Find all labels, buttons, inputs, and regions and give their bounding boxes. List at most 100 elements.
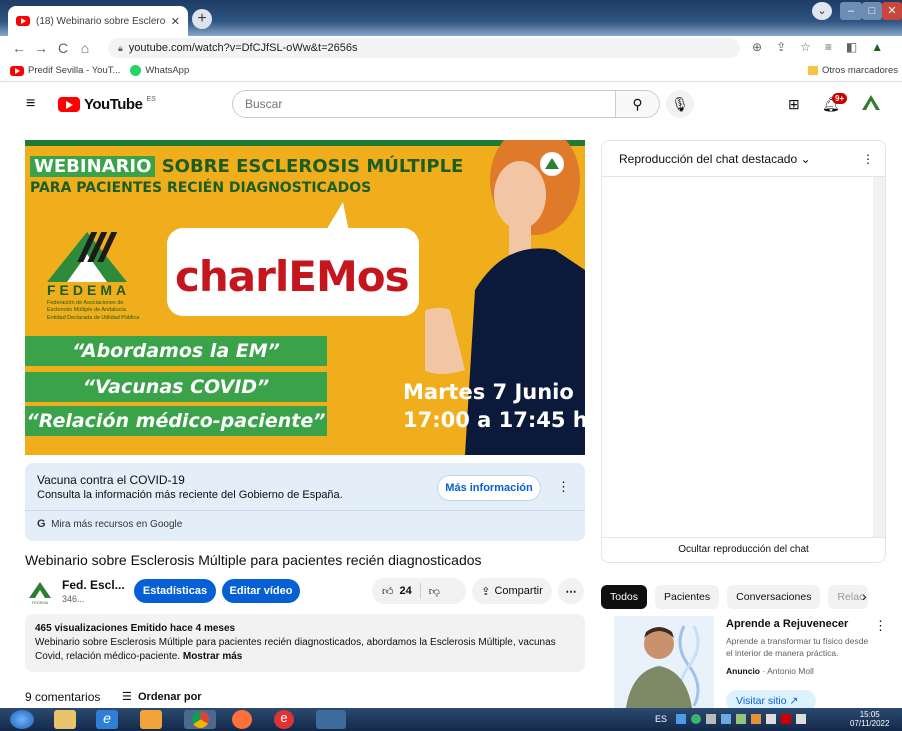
chat-menu-icon[interactable]: ⋮ bbox=[862, 152, 874, 166]
sort-label: Ordenar por bbox=[138, 691, 202, 703]
reading-list-icon[interactable]: ≡ bbox=[825, 40, 832, 54]
bookmark-star-icon[interactable]: ☆ bbox=[800, 40, 811, 54]
browser-tab[interactable]: (18) Webinario sobre Esclerosis M ✕ bbox=[8, 6, 188, 36]
share-button[interactable]: ⇪ Compartir bbox=[472, 578, 552, 604]
volume-icon[interactable] bbox=[766, 714, 776, 724]
edit-video-button[interactable]: Editar vídeo bbox=[222, 579, 300, 603]
folder-icon bbox=[807, 66, 818, 75]
voice-search-button[interactable]: 🎙︎ bbox=[666, 90, 694, 118]
tray-icon[interactable] bbox=[736, 714, 746, 724]
microphone-icon: 🎙︎ bbox=[671, 96, 689, 112]
language-indicator[interactable]: ES bbox=[655, 714, 667, 724]
profile-icon[interactable]: ▲ bbox=[871, 40, 883, 54]
share-page-icon[interactable]: ⇪ bbox=[776, 40, 786, 54]
lock-icon: 🔒︎ bbox=[118, 42, 123, 53]
chat-scrollbar[interactable] bbox=[873, 177, 885, 537]
network-icon[interactable] bbox=[796, 714, 806, 724]
back-icon[interactable]: ← bbox=[8, 40, 30, 56]
ad-label: Anuncio bbox=[726, 666, 760, 676]
tab-close-icon[interactable]: ✕ bbox=[171, 15, 180, 28]
tray-icon[interactable] bbox=[676, 714, 686, 724]
forward-icon[interactable]: → bbox=[30, 40, 52, 56]
media-player-icon[interactable] bbox=[140, 710, 162, 729]
subscriber-count: 346... bbox=[62, 594, 85, 604]
share-arrow-icon: ⇪ bbox=[481, 585, 491, 598]
like-button[interactable]: 👍︎ 24 bbox=[372, 585, 412, 598]
description-box[interactable]: 465 visualizaciones Emitido hace 4 meses… bbox=[25, 614, 585, 672]
chip-pacientes[interactable]: Pacientes bbox=[655, 585, 720, 609]
info-menu-icon[interactable]: ⋮ bbox=[557, 479, 570, 495]
chips-next-icon[interactable]: › bbox=[862, 588, 867, 604]
address-bar[interactable]: 🔒︎ youtube.com/watch?v=DfCJfSL-oWw&t=265… bbox=[108, 38, 740, 58]
charlemos-title: charlEMos bbox=[175, 252, 410, 301]
ad-title[interactable]: Aprende a Rejuvenecer bbox=[726, 618, 848, 630]
firefox-icon[interactable] bbox=[232, 710, 252, 729]
tray-icon[interactable] bbox=[706, 714, 716, 724]
chip-conversaciones[interactable]: Conversaciones bbox=[727, 585, 821, 609]
taskbar-clock[interactable]: 15:05 07/11/2022 bbox=[850, 710, 889, 728]
bookmark-predif[interactable]: Predif Sevilla - YouT... bbox=[10, 65, 120, 76]
views-line: 465 visualizaciones Emitido hace 4 meses bbox=[35, 623, 236, 634]
youtube-play-icon bbox=[58, 97, 80, 112]
more-actions-button[interactable]: ⋯ bbox=[558, 578, 584, 604]
sort-comments-button[interactable]: ☰ Ordenar por bbox=[122, 690, 202, 703]
clock-date: 07/11/2022 bbox=[850, 719, 890, 728]
other-bookmarks[interactable]: Otros marcadores bbox=[807, 65, 898, 76]
channel-avatar[interactable]: FEDEMA bbox=[25, 576, 55, 606]
channel-name[interactable]: Fed. Escl... bbox=[62, 578, 125, 592]
tray-icon[interactable] bbox=[691, 714, 701, 724]
google-g-icon: G bbox=[37, 518, 46, 530]
external-link-icon: ↗ bbox=[789, 695, 799, 707]
video-player[interactable]: WEBINARIO SOBRE ESCLEROSIS MÚLTIPLE PARA… bbox=[25, 140, 585, 455]
hide-chat-button[interactable]: Ocultar reproducción del chat bbox=[602, 537, 885, 563]
youtube-logo[interactable]: YouTube ES bbox=[58, 96, 156, 113]
hamburger-menu-icon[interactable]: ≡ bbox=[26, 95, 35, 113]
opera-like-icon[interactable]: e bbox=[274, 710, 294, 729]
youtube-favicon-icon bbox=[16, 16, 30, 26]
reload-icon[interactable]: C bbox=[52, 40, 74, 56]
ad-meta: Anuncio · Antonio Moll bbox=[726, 666, 814, 676]
start-button[interactable] bbox=[10, 710, 34, 729]
youtube-favicon-icon bbox=[10, 65, 24, 76]
search-icon: ⚲ bbox=[632, 96, 643, 112]
bookmark-whatsapp[interactable]: WhatsApp bbox=[130, 65, 189, 76]
new-tab-button[interactable]: + bbox=[192, 9, 212, 29]
maximize-button[interactable]: □ bbox=[862, 2, 882, 20]
like-count: 24 bbox=[399, 585, 412, 597]
chip-todos[interactable]: Todos bbox=[601, 585, 648, 609]
tray-icon[interactable] bbox=[751, 714, 761, 724]
tab-search-icon[interactable]: ⌄ bbox=[812, 2, 832, 20]
internet-explorer-icon[interactable]: e bbox=[96, 710, 118, 729]
url-text: youtube.com/watch?v=DfCJfSL-oWw&t=2656s bbox=[128, 42, 358, 54]
tray-icon[interactable] bbox=[721, 714, 731, 724]
search-input[interactable]: Buscar bbox=[232, 90, 616, 118]
chrome-taskbar-icon[interactable] bbox=[184, 710, 216, 729]
ad-menu-icon[interactable]: ⋮ bbox=[874, 618, 887, 634]
tab-title: (18) Webinario sobre Esclerosis M bbox=[36, 15, 165, 27]
search-button[interactable]: ⚲ bbox=[616, 90, 660, 118]
side-panel-icon[interactable]: ◧ bbox=[846, 40, 857, 54]
ad-advertiser: · Antonio Moll bbox=[762, 666, 814, 676]
bookmark-label: WhatsApp bbox=[145, 65, 190, 76]
chat-header[interactable]: Reproducción del chat destacado ⌄ ⋮ bbox=[602, 141, 885, 177]
menu-dots-icon[interactable]: ⋮ bbox=[897, 40, 902, 54]
account-avatar[interactable] bbox=[860, 92, 882, 114]
home-icon[interactable]: ⌂ bbox=[74, 40, 96, 56]
more-info-button[interactable]: Más información bbox=[437, 475, 541, 501]
google-resources-link[interactable]: G Mira más recursos en Google bbox=[37, 518, 182, 530]
topic-bar-1: “Abordamos la EM” bbox=[25, 336, 327, 366]
ad-thumbnail[interactable] bbox=[614, 616, 714, 708]
statistics-button[interactable]: Estadísticas bbox=[134, 579, 216, 603]
dislike-icon[interactable]: 👎︎ bbox=[429, 585, 440, 598]
tray-icon[interactable] bbox=[781, 714, 791, 724]
close-window-button[interactable]: ✕ bbox=[882, 2, 902, 20]
minimize-button[interactable]: – bbox=[840, 2, 862, 20]
headline-rest: SOBRE ESCLEROSIS MÚLTIPLE bbox=[155, 156, 464, 177]
show-more-link[interactable]: Mostrar más bbox=[183, 651, 242, 662]
install-icon[interactable]: ⊕ bbox=[752, 40, 762, 54]
file-explorer-icon[interactable] bbox=[54, 710, 76, 729]
app-window-icon[interactable] bbox=[316, 710, 346, 729]
clock-time: 15:05 bbox=[859, 710, 880, 719]
create-video-icon[interactable]: ⊞ bbox=[788, 96, 800, 113]
notification-count-badge: 9+ bbox=[832, 93, 848, 104]
